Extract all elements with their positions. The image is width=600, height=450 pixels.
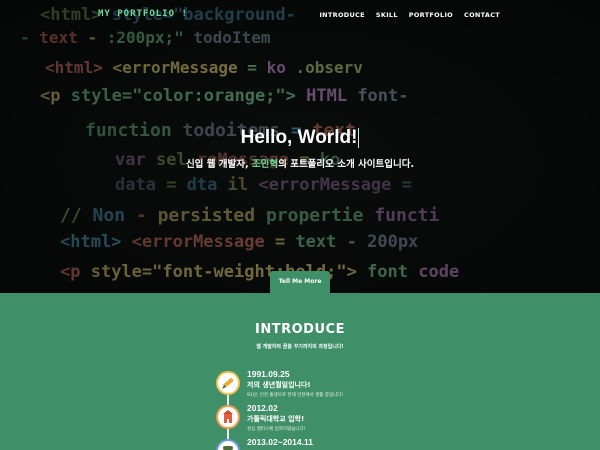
nav-item-introduce[interactable]: INTRODUCE [319,11,364,19]
timeline-date: 1991.09.25 [247,369,290,379]
top-nav: MY PORTFOLIO ! INTRODUCE SKILL PORTFOLIO… [0,0,600,30]
hero-subtitle-post: 의 포트폴리오 소개 사이트입니다. [278,159,415,170]
nav-menu: INTRODUCE SKILL PORTFOLIO CONTACT [319,11,500,19]
hero-title-text: Hello, World! [240,127,358,148]
hero-title: Hello, World! [0,127,600,149]
timeline-title: 저의 생년월일입니다! [247,381,311,389]
typing-caret [358,127,360,148]
nav-item-skill[interactable]: SKILL [376,11,398,19]
timeline-title: 가톨릭대학교 입학! [247,415,305,423]
hero-subtitle-name: 조민혁 [251,159,279,170]
introduce-section: INTRODUCE 웹 개발자의 꿈을 꾸기까지의 과정입니다! 1991.09… [0,293,600,450]
hero-subtitle-pre: 신입 웹 개발자, [185,159,252,170]
timeline-date: 2013.02~2014.11 [247,437,313,447]
tell-me-more-button[interactable]: Tell Me More [270,271,330,293]
nav-item-portfolio[interactable]: PORTFOLIO [409,11,453,19]
building-icon [216,405,240,429]
soldier-icon [216,439,240,450]
pencil-icon [216,371,240,395]
introduce-title: INTRODUCE [255,322,345,337]
hero-subtitle: 신입 웹 개발자, 조민혁의 포트폴리오 소개 사이트입니다. [0,156,600,170]
hero-section: <html> style="background- - text - :200p… [0,0,600,293]
timeline-date: 2012.02 [247,403,278,413]
introduce-subtitle: 웹 개발자의 꿈을 꾸기까지의 과정입니다! [256,344,344,350]
timeline-desc: 성심 캠퍼스에 입학하였습니다! [247,427,306,432]
site-logo[interactable]: MY PORTFOLIO ! [98,9,188,19]
nav-item-contact[interactable]: CONTACT [464,11,500,19]
timeline-desc: 91년, 인천 출생으로 현재 인천에서 생활 중입니다! [247,393,344,398]
